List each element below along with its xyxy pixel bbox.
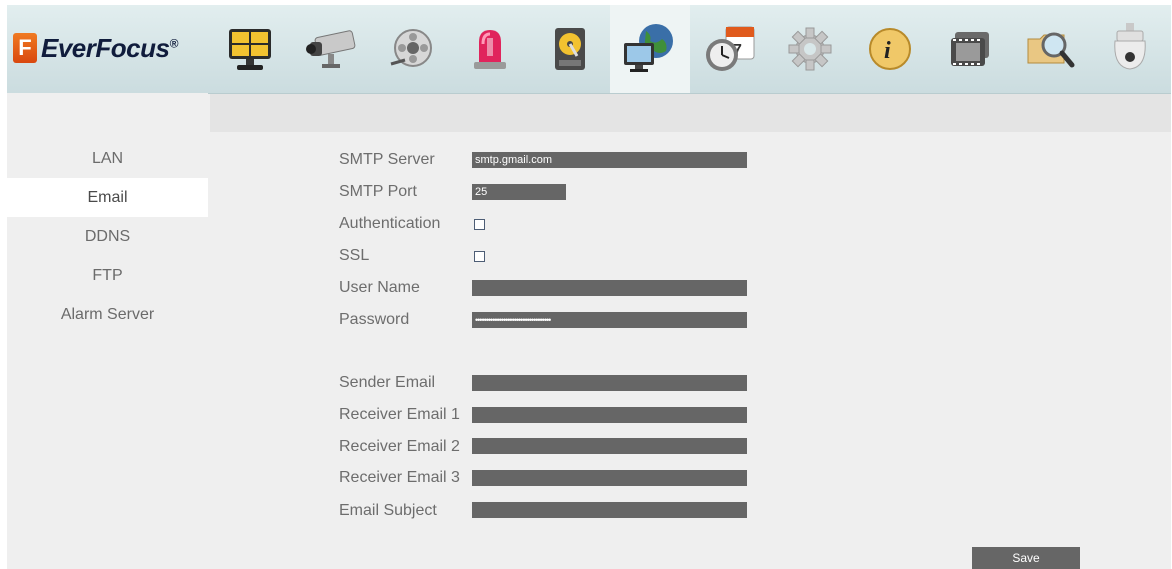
search-icon bbox=[1027, 32, 1075, 68]
email-subject-input[interactable] bbox=[472, 502, 747, 518]
app-window: F EverFocus® 7 i LAN Email DDNS FTP Alar… bbox=[7, 5, 1171, 569]
everfocus-logo: F EverFocus® bbox=[13, 28, 178, 68]
sender-email-input[interactable] bbox=[472, 375, 747, 391]
sidebar-item-alarm-server[interactable]: Alarm Server bbox=[7, 295, 208, 334]
receiver-email-3-input[interactable] bbox=[472, 470, 747, 486]
record-icon bbox=[390, 29, 432, 67]
receiver-email-3-label: Receiver Email 3 bbox=[339, 469, 460, 486]
network-icon bbox=[624, 24, 673, 72]
disk-icon bbox=[555, 28, 585, 70]
toolbar-camera[interactable] bbox=[290, 5, 370, 93]
live-view-icon bbox=[229, 29, 271, 70]
user-name-input[interactable] bbox=[472, 280, 747, 296]
toolbar-live-view[interactable] bbox=[210, 5, 290, 93]
authentication-label: Authentication bbox=[339, 215, 441, 232]
receiver-email-1-input[interactable] bbox=[472, 407, 747, 423]
receiver-email-2-input[interactable] bbox=[472, 438, 747, 454]
toolbar-schedule[interactable]: 7 bbox=[690, 5, 770, 93]
ssl-checkbox[interactable] bbox=[474, 251, 485, 262]
user-name-label: User Name bbox=[339, 279, 420, 296]
password-label: Password bbox=[339, 311, 410, 328]
toolbar-alarm[interactable] bbox=[450, 5, 530, 93]
authentication-checkbox[interactable] bbox=[474, 219, 485, 230]
sidebar-item-ddns[interactable]: DDNS bbox=[7, 217, 208, 256]
toolbar-info[interactable]: i bbox=[850, 5, 930, 93]
camera-icon bbox=[306, 30, 356, 68]
playback-icon bbox=[951, 32, 989, 66]
settings-gear-icon bbox=[788, 27, 832, 71]
info-icon: i bbox=[869, 28, 911, 70]
toolbar-record[interactable] bbox=[370, 5, 450, 93]
smtp-server-input[interactable] bbox=[472, 152, 747, 168]
logo-mark: F bbox=[13, 33, 37, 63]
toolbar-network[interactable] bbox=[610, 5, 690, 93]
svg-text:i: i bbox=[884, 38, 891, 64]
sub-header-bar bbox=[210, 94, 1171, 132]
sidebar-item-ftp[interactable]: FTP bbox=[7, 256, 208, 295]
sender-email-label: Sender Email bbox=[339, 374, 436, 391]
sidebar-item-lan[interactable]: LAN bbox=[7, 139, 208, 178]
alarm-icon bbox=[474, 30, 506, 69]
sidebar-item-email[interactable]: Email bbox=[7, 178, 208, 217]
toolbar-ptz[interactable] bbox=[1090, 5, 1170, 93]
toolbar-playback[interactable] bbox=[930, 5, 1010, 93]
network-sidebar: LAN Email DDNS FTP Alarm Server bbox=[7, 93, 208, 569]
receiver-email-2-label: Receiver Email 2 bbox=[339, 438, 460, 455]
ssl-label: SSL bbox=[339, 247, 370, 264]
smtp-port-label: SMTP Port bbox=[339, 183, 417, 200]
smtp-port-input[interactable] bbox=[472, 184, 566, 200]
email-subject-label: Email Subject bbox=[339, 502, 437, 519]
main-menu: 7 i bbox=[210, 5, 1171, 93]
toolbar-disk[interactable] bbox=[530, 5, 610, 93]
schedule-icon: 7 bbox=[706, 26, 755, 71]
toolbar-settings[interactable] bbox=[770, 5, 850, 93]
smtp-server-label: SMTP Server bbox=[339, 151, 435, 168]
password-input[interactable] bbox=[472, 312, 747, 328]
logo-text: EverFocus bbox=[41, 32, 170, 63]
save-button[interactable]: Save bbox=[972, 547, 1080, 569]
ptz-dome-icon bbox=[1114, 23, 1146, 70]
logo-registered: ® bbox=[169, 35, 178, 50]
receiver-email-1-label: Receiver Email 1 bbox=[339, 406, 460, 423]
top-toolbar: F EverFocus® 7 i bbox=[7, 5, 1171, 94]
toolbar-search[interactable] bbox=[1010, 5, 1090, 93]
